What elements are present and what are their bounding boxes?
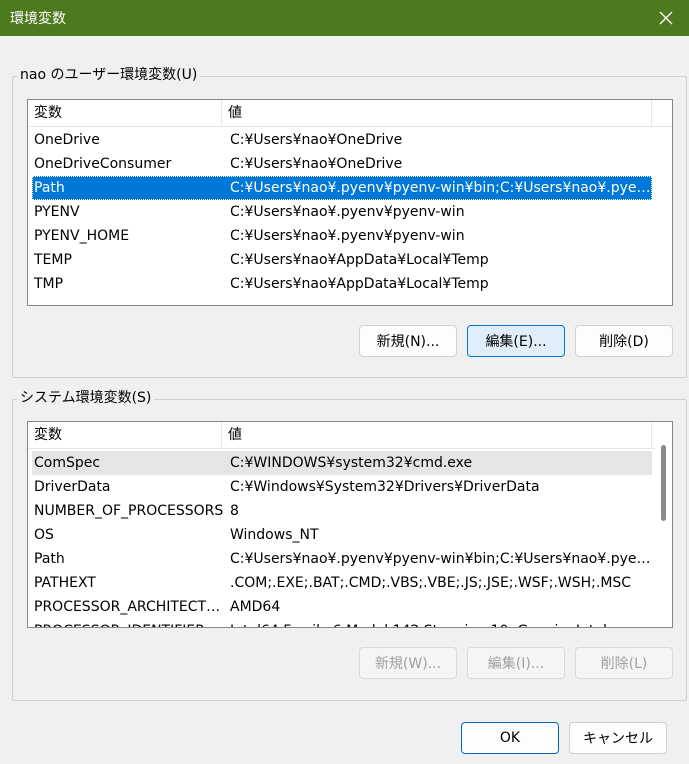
window-title: 環境変数 bbox=[10, 11, 66, 27]
column-header-value[interactable]: 値 bbox=[222, 422, 652, 449]
system-vars-list-header: 変数 値 bbox=[28, 422, 656, 449]
scrollbar-thumb[interactable] bbox=[661, 445, 666, 521]
var-name: Path bbox=[34, 551, 65, 567]
system-var-row-processor-identifier[interactable]: PROCESSOR_IDENTIFIER Intel64 Family 6 Mo… bbox=[32, 619, 652, 627]
column-header-value[interactable]: 値 bbox=[222, 100, 652, 127]
system-new-button[interactable]: 新規(W)... bbox=[359, 647, 457, 679]
user-var-row-onedriveconsumer[interactable]: OneDriveConsumer C:¥Users¥nao¥OneDrive bbox=[32, 152, 652, 176]
var-name: TEMP bbox=[34, 252, 72, 268]
var-name: OS bbox=[34, 527, 54, 543]
var-value: 8 bbox=[230, 503, 239, 519]
var-name: ComSpec bbox=[34, 455, 101, 471]
var-value: C:¥Users¥nao¥AppData¥Local¥Temp bbox=[230, 252, 489, 268]
var-name: PYENV_HOME bbox=[34, 228, 130, 244]
var-value: C:¥Users¥nao¥.pyenv¥pyenv-win bbox=[230, 228, 465, 244]
column-header-variable[interactable]: 変数 bbox=[28, 422, 222, 449]
user-var-row-temp[interactable]: TEMP C:¥Users¥nao¥AppData¥Local¥Temp bbox=[32, 248, 652, 272]
var-name: OneDriveConsumer bbox=[34, 156, 172, 172]
var-name: DriverData bbox=[34, 479, 111, 495]
var-name: Path bbox=[34, 180, 65, 196]
system-delete-button[interactable]: 削除(L) bbox=[575, 647, 673, 679]
var-name: NUMBER_OF_PROCESSORS bbox=[34, 503, 224, 519]
var-value: C:¥Users¥nao¥OneDrive bbox=[230, 156, 403, 172]
system-var-row-os[interactable]: OS Windows_NT bbox=[32, 523, 652, 547]
user-new-button[interactable]: 新規(N)... bbox=[359, 325, 457, 357]
var-name: OneDrive bbox=[34, 132, 100, 148]
var-value: Intel64 Family 6 Model 142 Stepping 10, … bbox=[224, 619, 652, 627]
user-var-row-pyenv-home[interactable]: PYENV_HOME C:¥Users¥nao¥.pyenv¥pyenv-win bbox=[32, 224, 652, 248]
system-vars-list[interactable]: 変数 値 ComSpec C:¥WINDOWS¥system32¥cmd.exe… bbox=[27, 421, 673, 628]
var-value: Windows_NT bbox=[230, 527, 319, 543]
system-vars-scrollbar[interactable] bbox=[655, 422, 672, 627]
var-value: C:¥WINDOWS¥system32¥cmd.exe bbox=[230, 455, 473, 471]
title-bar: 環境変数 bbox=[0, 0, 689, 36]
var-name: PROCESSOR_IDENTIFIER bbox=[32, 619, 224, 627]
system-var-row-processor-architecture[interactable]: PROCESSOR_ARCHITECTU... AMD64 bbox=[32, 595, 652, 619]
var-value: AMD64 bbox=[230, 599, 281, 615]
var-value: C:¥Users¥nao¥.pyenv¥pyenv-win¥bin;C:¥Use… bbox=[230, 551, 652, 567]
user-edit-button[interactable]: 編集(E)... bbox=[467, 325, 565, 357]
user-var-row-onedrive[interactable]: OneDrive C:¥Users¥nao¥OneDrive bbox=[32, 128, 652, 152]
system-vars-group-label: システム環境変数(S) bbox=[17, 390, 155, 406]
user-var-row-tmp[interactable]: TMP C:¥Users¥nao¥AppData¥Local¥Temp bbox=[32, 272, 652, 296]
var-value: C:¥Windows¥System32¥Drivers¥DriverData bbox=[230, 479, 540, 495]
column-header-variable[interactable]: 変数 bbox=[28, 100, 222, 127]
system-var-row-number-of-processors[interactable]: NUMBER_OF_PROCESSORS 8 bbox=[32, 499, 652, 523]
var-value: C:¥Users¥nao¥.pyenv¥pyenv-win¥bin;C:¥Use… bbox=[230, 180, 652, 196]
var-name: TMP bbox=[34, 276, 64, 292]
var-name: PROCESSOR_ARCHITECTU... bbox=[34, 599, 224, 615]
var-value: .COM;.EXE;.BAT;.CMD;.VBS;.VBE;.JS;.JSE;.… bbox=[230, 575, 632, 591]
var-value: C:¥Users¥nao¥AppData¥Local¥Temp bbox=[230, 276, 489, 292]
user-delete-button[interactable]: 削除(D) bbox=[575, 325, 673, 357]
system-var-row-path[interactable]: Path C:¥Users¥nao¥.pyenv¥pyenv-win¥bin;C… bbox=[32, 547, 652, 571]
system-var-row-comspec[interactable]: ComSpec C:¥WINDOWS¥system32¥cmd.exe bbox=[32, 451, 652, 475]
user-var-row-pyenv[interactable]: PYENV C:¥Users¥nao¥.pyenv¥pyenv-win bbox=[32, 200, 652, 224]
var-value: C:¥Users¥nao¥OneDrive bbox=[230, 132, 403, 148]
cancel-button[interactable]: キャンセル bbox=[569, 722, 667, 754]
user-var-row-path[interactable]: Path C:¥Users¥nao¥.pyenv¥pyenv-win¥bin;C… bbox=[32, 176, 652, 200]
user-vars-list[interactable]: 変数 値 OneDrive C:¥Users¥nao¥OneDrive OneD… bbox=[27, 99, 673, 306]
var-name: PYENV bbox=[34, 204, 80, 220]
system-edit-button[interactable]: 編集(I)... bbox=[467, 647, 565, 679]
close-icon bbox=[659, 11, 673, 25]
var-name: PATHEXT bbox=[34, 575, 96, 591]
system-var-row-driverdata[interactable]: DriverData C:¥Windows¥System32¥Drivers¥D… bbox=[32, 475, 652, 499]
user-vars-group-label: nao のユーザー環境変数(U) bbox=[17, 67, 201, 83]
system-var-row-pathext[interactable]: PATHEXT .COM;.EXE;.BAT;.CMD;.VBS;.VBE;.J… bbox=[32, 571, 652, 595]
ok-button[interactable]: OK bbox=[461, 722, 559, 754]
var-value: C:¥Users¥nao¥.pyenv¥pyenv-win bbox=[230, 204, 465, 220]
user-vars-list-header: 変数 値 bbox=[28, 100, 672, 127]
close-button[interactable] bbox=[643, 0, 689, 36]
